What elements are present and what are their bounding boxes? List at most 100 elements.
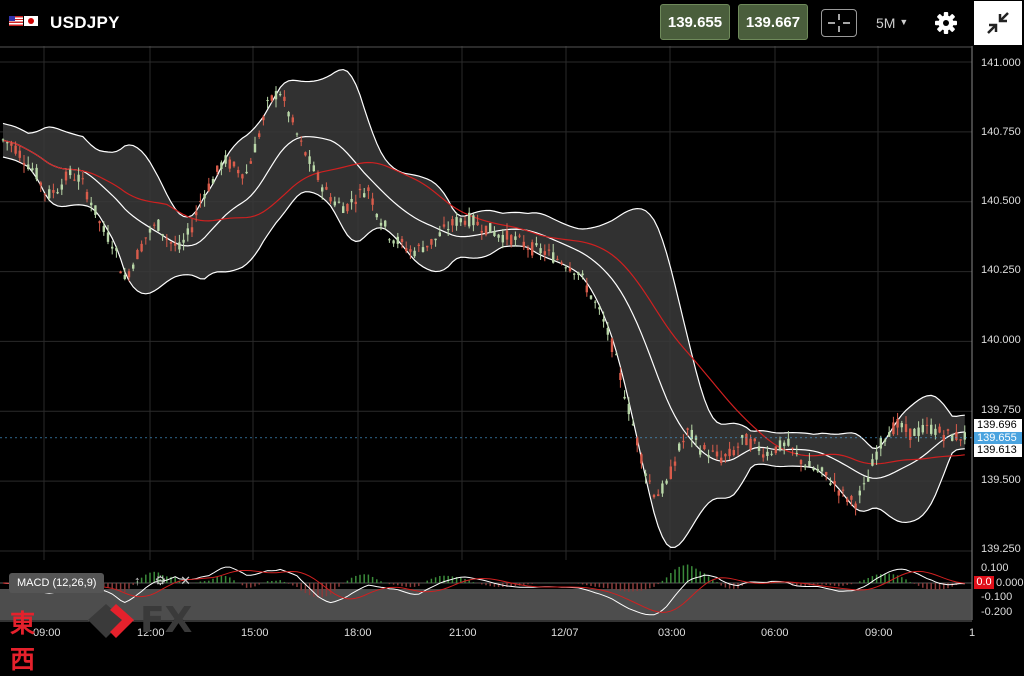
candle-body <box>808 461 811 467</box>
y-tick-label: 139.750 <box>981 404 1021 416</box>
candle-body <box>921 424 924 433</box>
x-tick-label: 09:00 <box>33 627 61 639</box>
logo-fx: FX <box>140 600 193 641</box>
candle-body <box>837 490 840 496</box>
candle-body <box>459 218 462 223</box>
candle-body <box>736 446 740 448</box>
candle-body <box>497 234 500 238</box>
candle-body <box>258 133 261 137</box>
x-tick-label: 06:00 <box>761 627 789 639</box>
close-icon[interactable]: ✕ <box>180 573 205 588</box>
candle-body <box>753 438 756 442</box>
candle-body <box>190 227 194 233</box>
buy-price-button[interactable]: 139.667 <box>738 4 808 40</box>
candle-body <box>94 205 97 215</box>
candle-body <box>829 483 832 485</box>
candle-body <box>648 480 651 482</box>
candle-body <box>896 419 899 428</box>
candle-body <box>850 496 853 500</box>
candle-body <box>132 264 135 269</box>
candle-body <box>699 450 702 455</box>
candle-body <box>31 168 34 171</box>
candle-body <box>10 143 13 146</box>
candle-body <box>220 162 223 169</box>
collapse-button[interactable] <box>974 1 1022 45</box>
candle-body <box>766 451 769 457</box>
candle-body <box>211 179 215 184</box>
macd-tick-label: 0.100 <box>981 562 1009 574</box>
gear-icon <box>935 12 957 34</box>
candle-body <box>384 220 387 227</box>
candle-body <box>770 453 773 455</box>
candle-body <box>917 427 920 436</box>
sell-price-button[interactable]: 139.655 <box>660 4 730 40</box>
candle-body <box>375 213 378 218</box>
macd-indicator-label[interactable]: MACD (12,26,9) <box>9 573 105 593</box>
candle-body <box>476 221 479 226</box>
candle-body <box>732 450 735 456</box>
candle-body <box>14 145 17 154</box>
candle-body <box>783 442 786 447</box>
candle-body <box>610 338 614 353</box>
candle-body <box>329 197 332 202</box>
candle-body <box>762 454 765 458</box>
candle-body <box>606 328 609 335</box>
candle-body <box>354 201 357 205</box>
candle-body <box>421 247 425 253</box>
arrow-up-icon[interactable]: ↑ <box>134 573 155 588</box>
y-tick-label: 140.000 <box>981 334 1021 346</box>
candle-body <box>480 230 483 233</box>
timeframe-selector[interactable]: 5M ▼ <box>876 15 908 31</box>
candle-body <box>489 223 492 233</box>
candle-body <box>636 437 639 446</box>
candle-body <box>161 234 164 236</box>
japan-flag-icon <box>24 16 38 26</box>
candle-body <box>6 142 9 144</box>
candle-body <box>472 215 475 226</box>
candle-body <box>833 480 836 485</box>
candle-body <box>346 203 349 212</box>
candle-body <box>363 193 366 198</box>
candle-body <box>804 465 807 468</box>
candle-body <box>342 206 345 214</box>
candle-body <box>274 91 278 100</box>
candle-body <box>43 193 47 195</box>
candle-body <box>148 228 152 233</box>
candle-body <box>18 150 21 158</box>
price-chart[interactable] <box>0 46 1024 646</box>
candle-body <box>879 437 882 449</box>
candle-body <box>791 447 794 449</box>
symbol-selector[interactable]: USDJPY <box>50 13 120 33</box>
logo-kanji: 東西 <box>10 609 36 674</box>
candle-body <box>573 273 576 275</box>
lower-band-price-tag: 139.613 <box>974 444 1022 457</box>
candle-body <box>279 94 282 96</box>
candle-body <box>39 182 42 186</box>
candle-body <box>195 211 198 216</box>
macd-tick-label: -0.100 <box>981 591 1013 603</box>
candle-body <box>531 242 534 256</box>
candle-body <box>883 439 887 442</box>
bollinger-band-fill <box>3 69 965 548</box>
crosshair-button[interactable] <box>821 9 857 37</box>
candle-body <box>749 438 752 450</box>
candle-body <box>52 190 55 193</box>
y-tick-label: 140.250 <box>981 264 1021 276</box>
candle-body <box>774 446 777 454</box>
candle-body <box>77 174 80 182</box>
candle-body <box>165 238 168 240</box>
candle-body <box>673 461 677 466</box>
gear-icon[interactable]: ⚙ <box>155 573 181 588</box>
upper-band-price-tag: 139.696 <box>974 419 1022 432</box>
candle-body <box>300 140 303 142</box>
candle-body <box>720 457 723 464</box>
y-tick-label: 140.500 <box>981 195 1021 207</box>
candle-body <box>90 202 93 206</box>
macd-value-tag: 0.0 <box>974 576 994 589</box>
candle-body <box>400 238 404 242</box>
candle-body <box>724 454 727 457</box>
candle-body <box>942 435 945 441</box>
candle-body <box>505 230 509 240</box>
settings-button[interactable] <box>930 9 962 37</box>
candle-body <box>711 450 714 452</box>
